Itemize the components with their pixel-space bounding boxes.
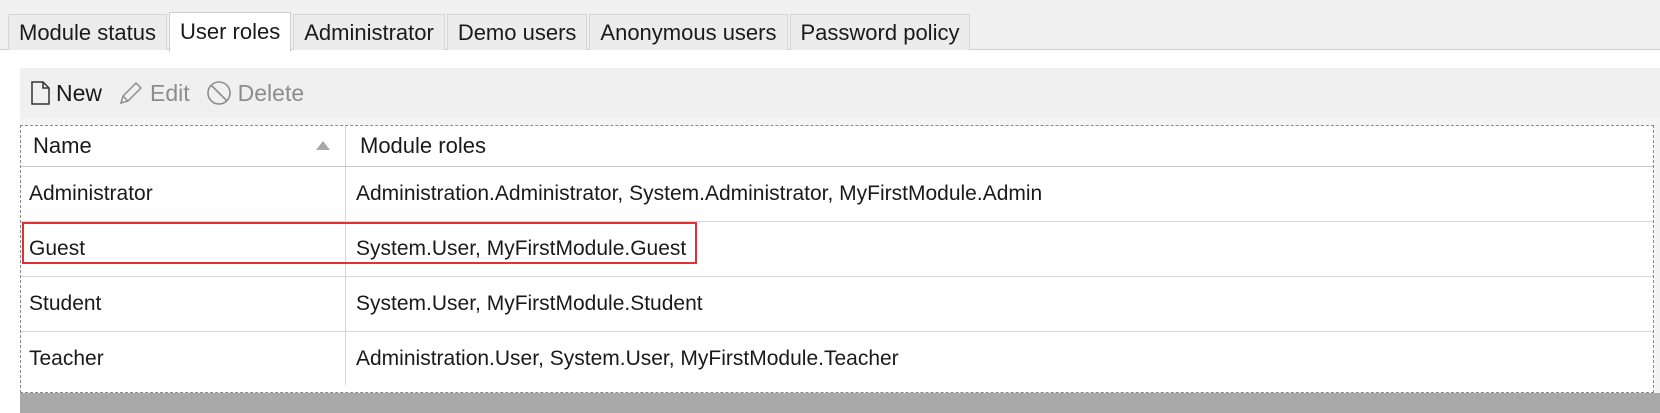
row-name-cell: Student: [21, 277, 346, 331]
row-name-cell: Administrator: [21, 167, 346, 221]
toolbar: New Edit Delete: [20, 68, 1660, 118]
table-row[interactable]: Administrator Administration.Administrat…: [21, 167, 1653, 222]
row-roles-cell: Administration.User, System.User, MyFirs…: [356, 347, 899, 370]
new-button-label: New: [56, 79, 103, 106]
new-button[interactable]: New: [30, 80, 102, 107]
tab-bar: Module status User roles Administrator D…: [8, 12, 972, 52]
tab-anonymous-users[interactable]: Anonymous users: [589, 14, 788, 50]
delete-button-label: Delete: [237, 79, 305, 106]
tab-user-roles[interactable]: User roles: [168, 12, 292, 52]
table-row[interactable]: Student System.User, MyFirstModule.Stude…: [21, 277, 1653, 332]
grid-footer-bar: [20, 393, 1660, 413]
edit-button-label: Edit: [150, 79, 190, 106]
pencil-icon: [119, 81, 143, 105]
sort-ascending-icon: [316, 141, 330, 150]
user-roles-grid[interactable]: Name Module roles Administrator Administ…: [20, 125, 1654, 393]
delete-button[interactable]: Delete: [206, 80, 304, 107]
column-header-name[interactable]: Name: [21, 126, 346, 166]
column-header-name-label: Name: [33, 133, 92, 158]
column-header-module-roles[interactable]: Module roles: [346, 126, 1653, 166]
new-document-icon: [31, 81, 50, 105]
table-row[interactable]: Guest System.User, MyFirstModule.Guest: [21, 222, 1653, 277]
tab-password-policy[interactable]: Password policy: [789, 14, 971, 50]
table-row[interactable]: Teacher Administration.User, System.User…: [21, 332, 1653, 385]
tab-demo-users[interactable]: Demo users: [446, 14, 588, 50]
row-name-cell: Guest: [21, 222, 346, 276]
column-header-module-roles-label: Module roles: [360, 133, 486, 158]
tab-administrator[interactable]: Administrator: [293, 14, 445, 50]
tab-module-status[interactable]: Module status: [8, 14, 167, 50]
row-roles-cell: Administration.Administrator, System.Adm…: [356, 182, 1043, 205]
row-roles-cell: System.User, MyFirstModule.Student: [356, 292, 703, 315]
row-roles-cell: System.User, MyFirstModule.Guest: [356, 237, 687, 260]
edit-button[interactable]: Edit: [118, 80, 190, 107]
prohibited-icon: [206, 81, 231, 105]
row-name-cell: Teacher: [21, 332, 346, 385]
grid-header: Name Module roles: [21, 126, 1653, 167]
